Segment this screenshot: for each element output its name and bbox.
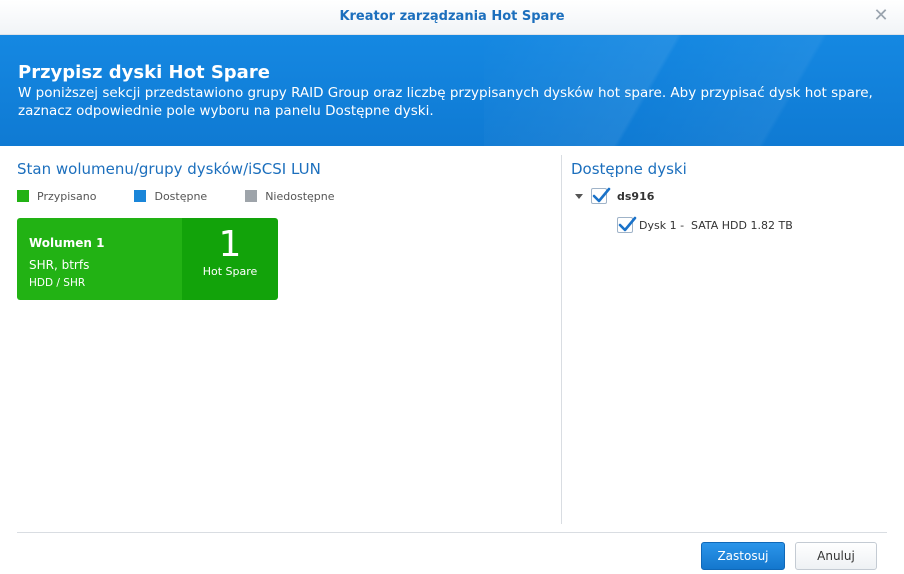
legend-item-available: Dostępne (134, 190, 207, 203)
volume-type: SHR, btrfs (29, 258, 90, 272)
legend-label: Przypisano (37, 189, 97, 203)
disk-label: Dysk 1 - SATA HDD 1.82 TB (639, 218, 793, 232)
legend-swatch-assigned (17, 190, 29, 202)
left-panel-title: Stan wolumenu/grupy dysków/iSCSI LUN (17, 160, 321, 178)
footer-divider (17, 532, 887, 533)
hot-spare-count-box: 1 Hot Spare (182, 218, 278, 300)
checkmark-icon (618, 216, 637, 232)
close-icon[interactable]: ✕ (872, 7, 890, 25)
panel-divider (561, 155, 562, 524)
tree-node-disk-1[interactable]: Dysk 1 - SATA HDD 1.82 TB (617, 216, 793, 233)
tree-node-ds916[interactable]: ds916 (575, 187, 655, 204)
legend-item-assigned: Przypisano (17, 190, 96, 203)
checkmark-icon (592, 187, 611, 203)
right-panel-title: Dostępne dyski (571, 160, 687, 178)
volume-info: Wolumen 1 SHR, btrfs HDD / SHR (17, 218, 182, 300)
volume-name: Wolumen 1 (29, 236, 105, 250)
legend-swatch-available (134, 190, 147, 202)
ds916-checkbox[interactable] (591, 187, 611, 204)
hot-spare-label: Hot Spare (202, 265, 258, 278)
cancel-button[interactable]: Anuluj (795, 542, 877, 570)
window-titlebar: Kreator zarządzania Hot Spare ✕ (0, 0, 904, 35)
legend-label: Dostępne (154, 189, 208, 203)
banner-title: Przypisz dyski Hot Spare (18, 62, 270, 83)
legend-item-unavailable: Niedostępne (245, 189, 335, 203)
expand-arrow-icon[interactable] (575, 193, 583, 199)
volume-card[interactable]: Wolumen 1 SHR, btrfs HDD / SHR 1 Hot Spa… (17, 218, 278, 300)
legend: Przypisano Dostępne Niedostępne (17, 188, 373, 204)
tree-node-label: ds916 (617, 189, 655, 203)
header-banner: Przypisz dyski Hot Spare W poniższej sek… (0, 35, 904, 146)
banner-description: W poniższej sekcji przedstawiono grupy R… (18, 85, 873, 119)
disk-1-checkbox[interactable] (617, 216, 637, 233)
volume-media: HDD / SHR (29, 277, 86, 289)
hot-spare-count: 1 (218, 224, 242, 265)
legend-label: Niedostępne (265, 189, 335, 203)
apply-button[interactable]: Zastosuj (701, 542, 785, 570)
window-title: Kreator zarządzania Hot Spare (339, 9, 565, 24)
legend-swatch-unavailable (245, 190, 258, 202)
